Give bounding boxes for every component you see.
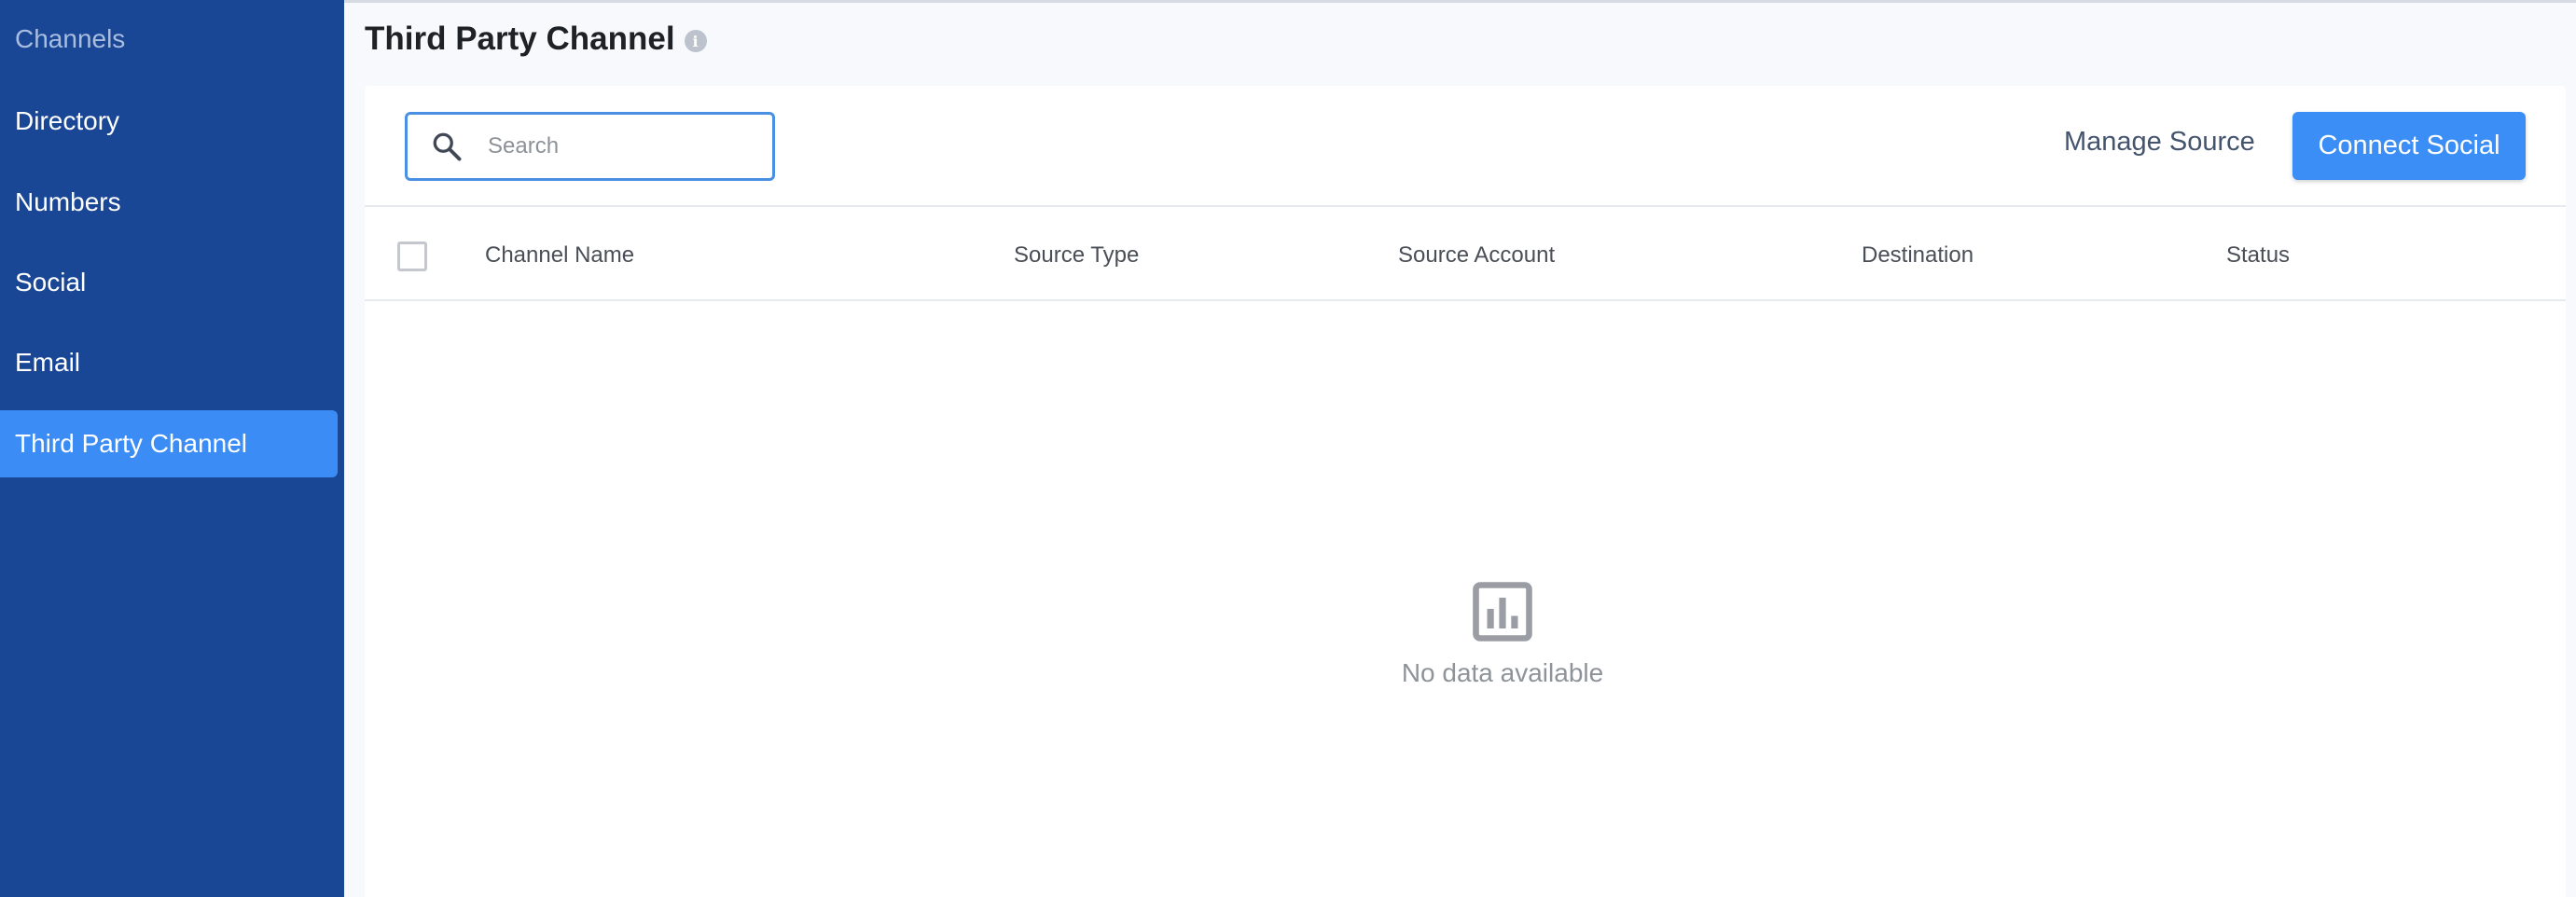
toolbar: Manage Source Connect Social [365, 86, 2566, 207]
channels-card: Manage Source Connect Social Channel Nam… [365, 86, 2566, 897]
column-header-source-type[interactable]: Source Type [1014, 242, 1139, 269]
select-all-checkbox[interactable] [397, 242, 427, 271]
sidebar-item-label: Directory [15, 106, 120, 135]
connect-social-button[interactable]: Connect Social [2292, 112, 2526, 180]
search-icon [433, 132, 462, 161]
empty-state-text: No data available [1401, 658, 1604, 687]
sidebar-item-label: Numbers [15, 187, 121, 216]
sidebar-item-third-party-channel[interactable]: Third Party Channel [0, 410, 338, 477]
bar-chart-icon [1473, 582, 1532, 642]
column-header-destination[interactable]: Destination [1862, 242, 1974, 269]
sidebar-item-label: Third Party Channel [15, 429, 248, 458]
sidebar-item-social[interactable]: Social [0, 249, 338, 316]
info-icon[interactable]: i [684, 30, 707, 52]
sidebar-item-label: Email [15, 348, 81, 377]
page-title: Third Party Channel i [365, 21, 707, 58]
page-title-text: Third Party Channel [365, 21, 675, 57]
sidebar-item-numbers[interactable]: Numbers [0, 169, 338, 236]
search-input[interactable] [488, 133, 758, 159]
sidebar-item-email[interactable]: Email [0, 329, 338, 396]
top-border [0, 0, 2576, 3]
sidebar-item-label: Social [15, 268, 87, 297]
sidebar: Channels Directory Numbers Social Email … [0, 0, 344, 897]
sidebar-heading: Channels [15, 24, 126, 53]
table-header: Channel Name Source Type Source Account … [365, 207, 2566, 301]
column-header-status[interactable]: Status [2226, 242, 2290, 269]
manage-source-button[interactable]: Manage Source [2064, 127, 2255, 158]
sidebar-item-directory[interactable]: Directory [0, 88, 338, 155]
empty-state: No data available [1363, 578, 1642, 688]
column-header-channel-name[interactable]: Channel Name [485, 242, 634, 269]
column-header-source-account[interactable]: Source Account [1398, 242, 1555, 269]
search-box[interactable] [405, 112, 775, 181]
